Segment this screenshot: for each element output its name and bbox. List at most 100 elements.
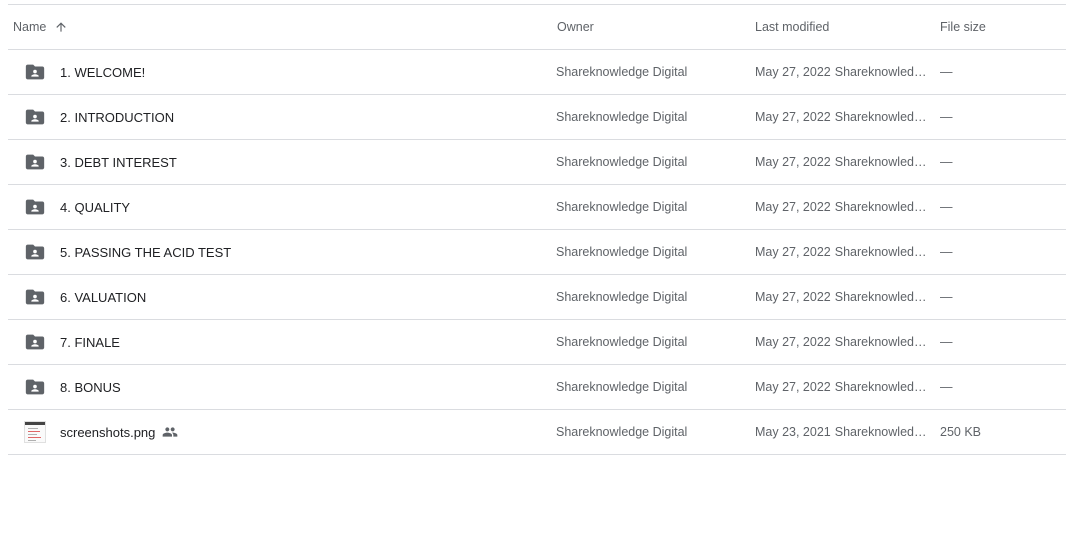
- column-header-last-modified[interactable]: Last modified: [755, 20, 829, 34]
- column-header-modified-cell: Last modified: [755, 20, 940, 34]
- item-name[interactable]: 7. FINALE: [60, 335, 120, 350]
- column-header-file-size[interactable]: File size: [940, 20, 986, 34]
- file-row[interactable]: 7. FINALE Shareknowledge Digital May 27, 2…: [8, 320, 1066, 365]
- item-name[interactable]: 5. PASSING THE ACID TEST: [60, 245, 231, 260]
- column-header-size-cell: File size: [940, 20, 1066, 34]
- file-size: —: [940, 245, 953, 259]
- last-modified-cell: May 23, 2021Shareknowledge Digital: [755, 425, 940, 439]
- owner-name: Shareknowledge Digital: [556, 65, 688, 79]
- modified-by: Shareknowledge Digital: [834, 380, 932, 394]
- item-name[interactable]: screenshots.png: [60, 425, 155, 440]
- people-shared-icon: [162, 424, 178, 440]
- name-cell: 2. INTRODUCTION: [8, 105, 556, 129]
- file-list: Name Owner Last modified File size 1. WE…: [8, 0, 1066, 455]
- file-row[interactable]: screenshots.png Shareknowledge Digital May…: [8, 410, 1066, 455]
- modified-date: May 27, 2022: [755, 335, 831, 349]
- last-modified-cell: May 27, 2022Shareknowledge Digital: [755, 335, 940, 349]
- owner-cell: Shareknowledge Digital: [556, 198, 755, 216]
- owner-cell: Shareknowledge Digital: [556, 243, 755, 261]
- name-cell: 8. BONUS: [8, 375, 556, 399]
- owner-name: Shareknowledge Digital: [556, 380, 688, 394]
- name-cell: 6. VALUATION: [8, 285, 556, 309]
- file-row[interactable]: 1. WELCOME! Shareknowledge Digital May 27,…: [8, 50, 1066, 95]
- modified-by: Shareknowledge Digital: [834, 110, 932, 124]
- owner-name: Shareknowledge Digital: [556, 290, 688, 304]
- owner-name: Shareknowledge Digital: [556, 335, 688, 349]
- item-name[interactable]: 3. DEBT INTEREST: [60, 155, 177, 170]
- item-name[interactable]: 1. WELCOME!: [60, 65, 145, 80]
- name-cell: 1. WELCOME!: [8, 60, 556, 84]
- file-size: —: [940, 335, 953, 349]
- owner-cell: Shareknowledge Digital: [556, 333, 755, 351]
- modified-date: May 27, 2022: [755, 155, 831, 169]
- shared-folder-icon: [23, 240, 47, 264]
- file-size-cell: —: [940, 63, 1066, 81]
- name-cell: 7. FINALE: [8, 330, 556, 354]
- item-name[interactable]: 8. BONUS: [60, 380, 121, 395]
- file-size-cell: —: [940, 153, 1066, 171]
- last-modified-cell: May 27, 2022Shareknowledge Digital: [755, 290, 940, 304]
- file-row[interactable]: 3. DEBT INTEREST Shareknowledge Digital Ma…: [8, 140, 1066, 185]
- column-header-name[interactable]: Name: [13, 20, 46, 34]
- shared-folder-icon: [23, 330, 47, 354]
- owner-name: Shareknowledge Digital: [556, 110, 688, 124]
- modified-date: May 27, 2022: [755, 65, 831, 79]
- file-size-cell: —: [940, 288, 1066, 306]
- file-rows: 1. WELCOME! Shareknowledge Digital May 27,…: [8, 50, 1066, 455]
- shared-folder-icon: [23, 195, 47, 219]
- image-thumbnail-icon: [23, 420, 47, 444]
- owner-cell: Shareknowledge Digital: [556, 108, 755, 126]
- column-header-row: Name Owner Last modified File size: [8, 5, 1066, 50]
- file-row[interactable]: 2. INTRODUCTION Shareknowledge Digital May…: [8, 95, 1066, 140]
- name-cell: screenshots.png: [8, 420, 556, 444]
- file-row[interactable]: 4. QUALITY Shareknowledge Digital May 27, …: [8, 185, 1066, 230]
- owner-cell: Shareknowledge Digital: [556, 288, 755, 306]
- file-row[interactable]: 8. BONUS Shareknowledge Digital May 27, 20…: [8, 365, 1066, 410]
- item-name[interactable]: 2. INTRODUCTION: [60, 110, 174, 125]
- shared-folder-icon: [23, 150, 47, 174]
- file-size-cell: —: [940, 108, 1066, 126]
- modified-by: Shareknowledge Digital: [834, 425, 932, 439]
- owner-cell: Shareknowledge Digital: [556, 63, 755, 81]
- owner-name: Shareknowledge Digital: [556, 425, 688, 439]
- name-cell: 4. QUALITY: [8, 195, 556, 219]
- item-name[interactable]: 6. VALUATION: [60, 290, 146, 305]
- modified-date: May 27, 2022: [755, 110, 831, 124]
- column-header-name-cell: Name: [8, 16, 556, 38]
- file-size-cell: —: [940, 378, 1066, 396]
- last-modified-cell: May 27, 2022Shareknowledge Digital: [755, 155, 940, 169]
- file-size-cell: —: [940, 198, 1066, 216]
- last-modified-cell: May 27, 2022Shareknowledge Digital: [755, 245, 940, 259]
- file-size-cell: —: [940, 243, 1066, 261]
- modified-by: Shareknowledge Digital: [834, 245, 932, 259]
- column-header-owner[interactable]: Owner: [557, 20, 594, 34]
- modified-by: Shareknowledge Digital: [834, 290, 932, 304]
- file-row[interactable]: 5. PASSING THE ACID TEST Shareknowledge D…: [8, 230, 1066, 275]
- modified-by: Shareknowledge Digital: [834, 200, 932, 214]
- file-size-cell: —: [940, 333, 1066, 351]
- modified-by: Shareknowledge Digital: [834, 335, 932, 349]
- modified-date: May 27, 2022: [755, 245, 831, 259]
- shared-folder-icon: [23, 105, 47, 129]
- modified-by: Shareknowledge Digital: [834, 65, 932, 79]
- shared-folder-icon: [23, 285, 47, 309]
- arrow-up-icon[interactable]: [50, 16, 72, 38]
- file-size: —: [940, 110, 953, 124]
- name-cell: 5. PASSING THE ACID TEST: [8, 240, 556, 264]
- item-name[interactable]: 4. QUALITY: [60, 200, 130, 215]
- last-modified-cell: May 27, 2022Shareknowledge Digital: [755, 110, 940, 124]
- owner-name: Shareknowledge Digital: [556, 155, 688, 169]
- modified-date: May 27, 2022: [755, 380, 831, 394]
- owner-name: Shareknowledge Digital: [556, 245, 688, 259]
- modified-date: May 27, 2022: [755, 290, 831, 304]
- modified-date: May 27, 2022: [755, 200, 831, 214]
- file-size: —: [940, 200, 953, 214]
- modified-date: May 23, 2021: [755, 425, 831, 439]
- shared-folder-icon: [23, 60, 47, 84]
- file-size: —: [940, 380, 953, 394]
- name-cell: 3. DEBT INTEREST: [8, 150, 556, 174]
- file-size: 250 KB: [940, 425, 982, 439]
- file-row[interactable]: 6. VALUATION Shareknowledge Digital May 27…: [8, 275, 1066, 320]
- last-modified-cell: May 27, 2022Shareknowledge Digital: [755, 65, 940, 79]
- last-modified-cell: May 27, 2022Shareknowledge Digital: [755, 200, 940, 214]
